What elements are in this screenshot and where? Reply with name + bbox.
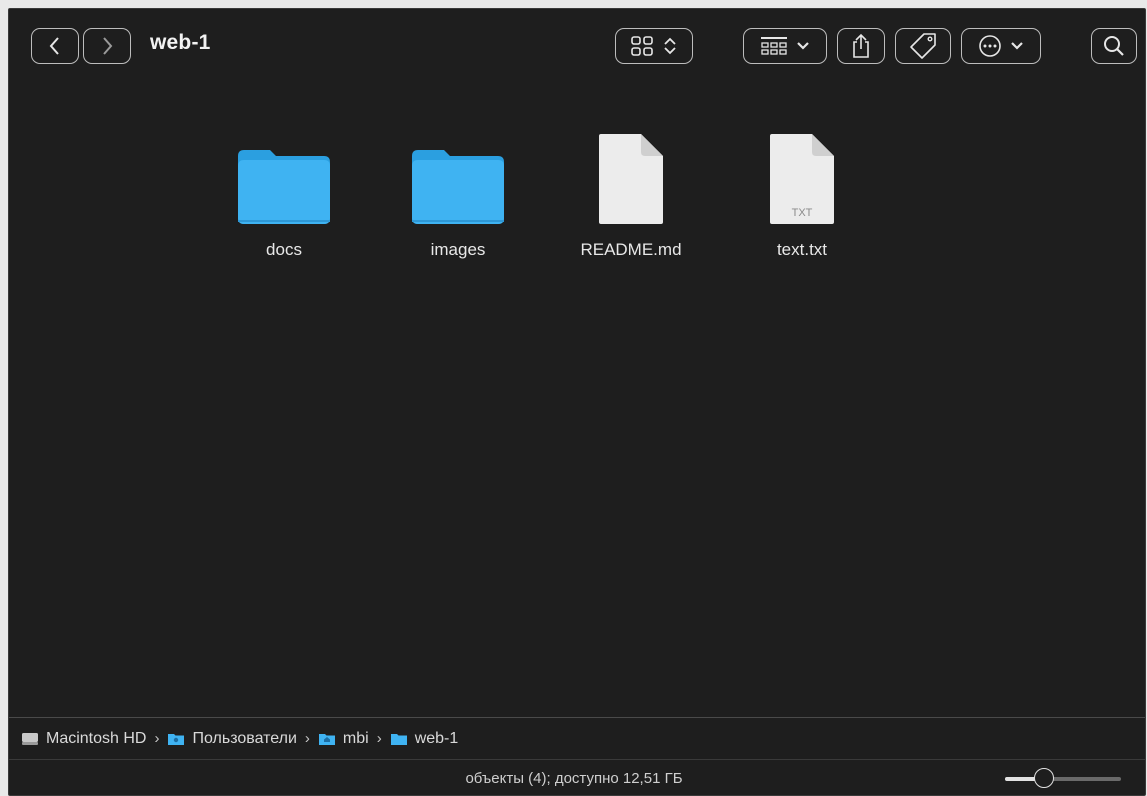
more-actions-button[interactable]	[961, 28, 1041, 64]
tag-icon	[910, 33, 936, 59]
users-folder-icon	[168, 733, 185, 745]
path-crumb-users[interactable]: Пользователи	[167, 729, 297, 748]
window-title: web-1	[150, 31, 211, 54]
chevron-left-icon	[49, 37, 59, 55]
document-icon	[599, 134, 663, 224]
group-grid-icon	[761, 37, 787, 55]
toolbar: web-1	[9, 9, 1145, 81]
status-bar: объекты (4); доступно 12,51 ГБ	[9, 759, 1145, 795]
file-grid: docs images README.md TXT text.txt	[9, 81, 1145, 717]
chevron-down-icon	[797, 42, 809, 50]
file-item-docs[interactable]: docs	[209, 111, 359, 260]
search-icon	[1104, 36, 1124, 56]
path-crumb-label: Пользователи	[192, 729, 297, 747]
up-down-chevron-icon	[664, 37, 676, 55]
file-name: images	[430, 240, 486, 259]
path-crumb-macintosh-hd[interactable]: Macintosh HD	[21, 730, 146, 748]
path-crumb-label: Macintosh HD	[46, 729, 147, 747]
path-separator: ›	[154, 730, 160, 747]
slider-knob[interactable]	[1034, 768, 1054, 788]
folder-icon	[390, 733, 407, 745]
file-type-badge: TXT	[792, 207, 813, 219]
search-button[interactable]	[1091, 28, 1137, 64]
file-name: docs	[266, 240, 302, 259]
ellipsis-circle-icon	[979, 35, 1001, 57]
finder-window: web-1 docs images README.md TXT text.txt…	[8, 8, 1146, 796]
tag-button[interactable]	[895, 28, 951, 64]
path-crumb-mbi[interactable]: mbi	[318, 730, 369, 748]
file-item-text-txt[interactable]: TXT text.txt	[727, 111, 877, 260]
chevron-down-icon	[1011, 42, 1023, 50]
path-crumb-web-1[interactable]: web-1	[390, 729, 459, 748]
share-icon	[853, 33, 869, 58]
status-text: объекты (4); доступно 12,51 ГБ	[465, 770, 683, 787]
path-separator: ›	[376, 730, 382, 747]
group-button[interactable]	[743, 28, 827, 64]
folder-icon	[238, 150, 330, 224]
chevron-right-icon	[103, 37, 113, 55]
file-item-images[interactable]: images	[383, 111, 533, 260]
hard-drive-icon	[22, 732, 38, 745]
share-button[interactable]	[837, 28, 885, 64]
file-item-readme[interactable]: README.md	[556, 111, 706, 260]
path-crumb-label: mbi	[342, 729, 369, 747]
grid-view-icon	[631, 36, 653, 56]
forward-button[interactable]	[83, 28, 131, 64]
back-button[interactable]	[31, 28, 79, 64]
file-name: README.md	[580, 240, 682, 259]
path-separator: ›	[304, 730, 310, 747]
home-folder-icon	[318, 733, 335, 745]
folder-icon	[412, 150, 504, 224]
path-crumb-label: web-1	[414, 729, 459, 747]
view-mode-button[interactable]	[615, 28, 693, 64]
file-name: text.txt	[776, 240, 828, 259]
path-bar: Macintosh HD › Пользователи › mbi › web-…	[9, 717, 1145, 759]
icon-size-slider[interactable]	[1005, 768, 1121, 790]
text-document-icon: TXT	[770, 134, 834, 224]
